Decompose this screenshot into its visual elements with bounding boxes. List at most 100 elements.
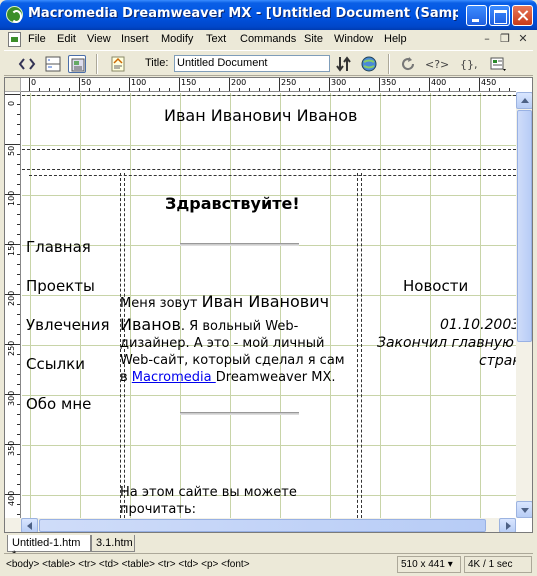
download-time: 4K / 1 sec	[464, 556, 532, 573]
menu-site[interactable]: Site	[304, 33, 323, 45]
ruler-tick	[179, 78, 180, 91]
ruler-tick	[17, 164, 20, 165]
refresh-icon[interactable]	[399, 55, 417, 73]
title-bar[interactable]: Macromedia Dreamweaver MX - [Untitled Do…	[0, 0, 537, 30]
doc-close-icon[interactable]: ✕	[516, 33, 530, 46]
scroll-right-button[interactable]	[499, 518, 516, 532]
ruler-tick	[369, 88, 370, 91]
horizontal-rule	[180, 412, 299, 415]
vertical-scroll-thumb[interactable]	[517, 110, 532, 342]
dropdown-arrow-icon: ▾	[444, 559, 453, 570]
ruler-tick	[249, 88, 250, 91]
ruler-label: 150	[181, 78, 197, 87]
ruler-label: 150	[7, 240, 16, 256]
horizontal-rule	[180, 243, 299, 246]
design-canvas[interactable]: Иван Иванович Иванов Здравствуйте! Главн…	[22, 93, 516, 518]
horizontal-scroll-thumb[interactable]	[39, 519, 486, 532]
menu-text[interactable]: Text	[206, 33, 226, 45]
window-title: Macromedia Dreamweaver MX - [Untitled Do…	[28, 6, 458, 21]
vertical-ruler[interactable]: 0 50 100 150 200 250 300 350 400	[5, 92, 21, 518]
ruler-tick	[409, 88, 410, 91]
menu-commands[interactable]: Commands	[240, 33, 296, 45]
menu-insert[interactable]: Insert	[121, 33, 149, 45]
intro-prefix: Меня зовут	[120, 296, 202, 311]
ruler-tick	[17, 414, 20, 415]
ruler-label: 50	[7, 145, 16, 156]
doc-restore-icon[interactable]: ❐	[498, 33, 512, 46]
table-border	[22, 169, 516, 170]
ruler-label: 350	[7, 440, 16, 456]
document-icon[interactable]	[8, 32, 21, 47]
menu-file[interactable]: File	[28, 33, 46, 45]
ruler-tick	[17, 304, 20, 305]
ruler-tick	[429, 78, 430, 91]
horizontal-scrollbar[interactable]	[5, 518, 516, 532]
macromedia-link[interactable]: Macromedia	[132, 370, 216, 385]
menu-bar: File Edit View Insert Modify Text Comman…	[4, 30, 533, 49]
vertical-scrollbar[interactable]	[516, 92, 532, 518]
doc-minimize-icon[interactable]: –	[480, 33, 494, 46]
toolbar-separator	[388, 54, 390, 74]
ruler-tick	[99, 88, 100, 91]
menu-modify[interactable]: Modify	[161, 33, 193, 45]
ruler-tick	[17, 364, 20, 365]
nav-link-hobbies[interactable]: Увлечения	[26, 316, 109, 334]
news-title: Новости	[403, 277, 469, 295]
nav-link-projects[interactable]: Проекты	[26, 277, 95, 295]
ruler-label: 50	[81, 78, 92, 87]
table-border	[22, 149, 516, 150]
ruler-tick	[17, 254, 20, 255]
ruler-tick	[17, 384, 20, 385]
dreamweaver-app-icon	[6, 6, 23, 23]
ruler-tick	[17, 464, 20, 465]
ruler-tick	[419, 88, 420, 91]
news-line-2: страницу	[479, 353, 516, 369]
ruler-label: 0	[31, 78, 37, 87]
view-options-icon[interactable]	[489, 55, 507, 73]
code-view-icon[interactable]	[18, 55, 36, 73]
news-date: 01.10.2003	[440, 317, 516, 333]
nav-link-links[interactable]: Ссылки	[26, 355, 85, 373]
arrow-up-icon	[521, 98, 529, 103]
tag-selector[interactable]: <body> <table> <tr> <td> <table> <tr> <t…	[6, 559, 250, 570]
minimize-button[interactable]	[466, 5, 487, 26]
reference-icon[interactable]: <?>	[425, 55, 451, 73]
ruler-tick	[499, 88, 500, 91]
ruler-tick	[29, 78, 30, 91]
tab-untitled-1[interactable]: Untitled-1.htm *	[7, 535, 91, 561]
ruler-tick	[17, 404, 20, 405]
split-view-icon[interactable]	[44, 55, 62, 73]
ruler-tick	[17, 114, 20, 115]
window-size-popup[interactable]: 510 x 441 ▾	[397, 556, 461, 573]
scroll-left-button[interactable]	[21, 518, 38, 532]
maximize-button[interactable]	[489, 5, 510, 26]
menu-edit[interactable]: Edit	[57, 33, 76, 45]
ruler-label: 450	[481, 78, 497, 87]
ruler-tick	[479, 78, 480, 91]
scroll-down-button[interactable]	[516, 501, 532, 518]
preview-browser-icon[interactable]	[360, 55, 378, 73]
ruler-tick	[439, 88, 440, 91]
close-button[interactable]	[512, 5, 533, 26]
nav-link-home[interactable]: Главная	[26, 238, 91, 256]
menu-help[interactable]: Help	[384, 33, 407, 45]
ruler-tick	[17, 284, 20, 285]
code-navigation-icon[interactable]: {},	[459, 55, 481, 73]
ruler-label: 400	[7, 490, 16, 506]
ruler-tick	[449, 88, 450, 91]
file-management-icon[interactable]	[336, 55, 354, 73]
ruler-tick	[309, 88, 310, 91]
menu-view[interactable]: View	[87, 33, 111, 45]
design-view-icon[interactable]	[68, 55, 86, 73]
toolbar-separator	[96, 54, 98, 74]
horizontal-ruler[interactable]: 050100150200250300350400450500	[21, 78, 516, 92]
nav-link-about[interactable]: Обо мне	[26, 395, 91, 413]
tab-3-1[interactable]: 3.1.htm	[91, 535, 135, 552]
ruler-tick	[17, 124, 20, 125]
ruler-origin[interactable]	[5, 78, 21, 92]
ruler-tick	[289, 88, 290, 91]
scroll-up-button[interactable]	[516, 92, 532, 109]
live-data-icon[interactable]	[109, 55, 127, 73]
document-title-input[interactable]: Untitled Document	[174, 55, 330, 72]
menu-window[interactable]: Window	[334, 33, 373, 45]
